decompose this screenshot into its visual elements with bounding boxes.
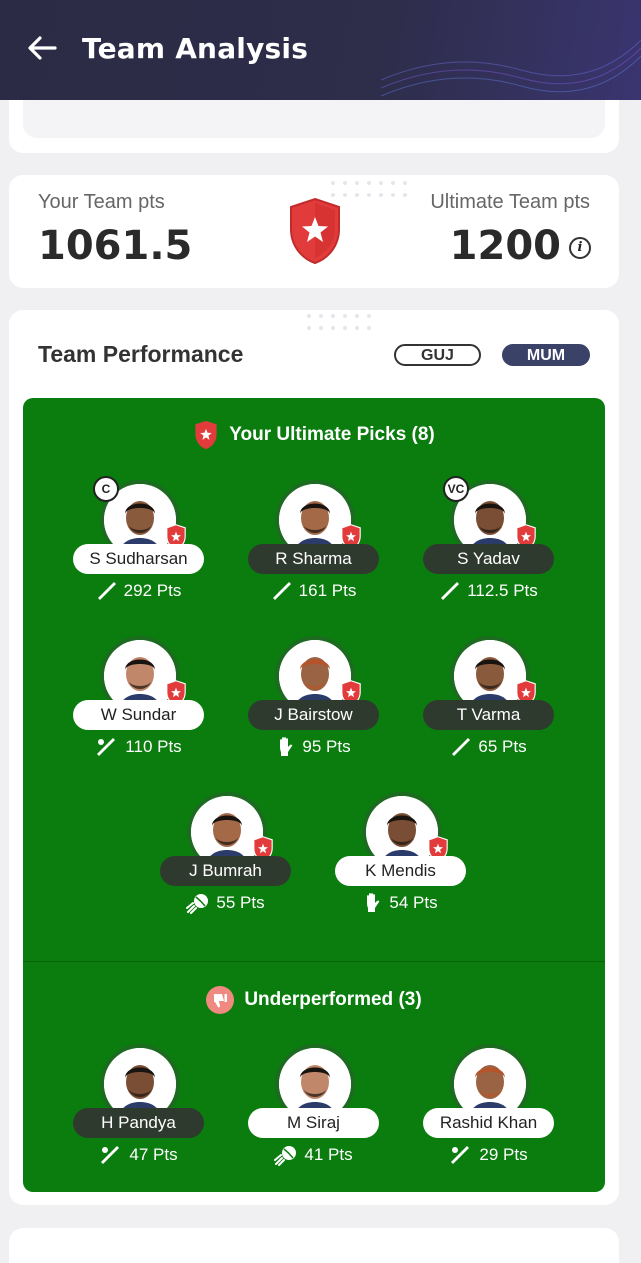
team-performance-title: Team Performance <box>38 341 244 367</box>
dots-decoration <box>331 181 407 197</box>
player-points: 29 Pts <box>423 1144 554 1166</box>
bat-icon <box>96 580 118 602</box>
player-name: S Sudharsan <box>73 544 204 574</box>
player-name: J Bumrah <box>160 856 291 886</box>
player-name: K Mendis <box>335 856 466 886</box>
back-button[interactable] <box>24 30 60 66</box>
player-card[interactable]: H Pandya 47 Pts <box>73 1044 223 1174</box>
player-name: R Sharma <box>248 544 379 574</box>
bat-icon <box>271 580 293 602</box>
player-points: 95 Pts <box>248 736 379 758</box>
player-card[interactable]: VC S Yadav 112.5 Pts <box>423 476 573 610</box>
player-card[interactable]: W Sundar 110 Pts <box>73 636 223 766</box>
team-performance-card: Team Performance GUJ MUM Your Ultimate P… <box>9 310 619 1205</box>
player-points: 55 Pts <box>160 892 291 914</box>
player-points-value: 47 Pts <box>129 1145 178 1164</box>
shield-star-icon <box>195 420 217 450</box>
glove-icon <box>363 892 383 914</box>
player-card[interactable]: K Mendis 54 Pts <box>335 792 485 922</box>
player-points: 41 Pts <box>248 1144 379 1166</box>
player-card[interactable]: M Siraj 41 Pts <box>248 1044 398 1174</box>
player-points: 292 Pts <box>73 580 204 602</box>
ultimate-picks-heading: Your Ultimate Picks (8) <box>23 420 605 450</box>
player-points: 65 Pts <box>423 736 554 758</box>
player-name: Rashid Khan <box>423 1108 554 1138</box>
role-badge: VC <box>443 476 469 502</box>
player-points-value: 41 Pts <box>304 1145 353 1164</box>
ball-icon <box>274 1144 298 1166</box>
team-filter-guj[interactable]: GUJ <box>394 344 481 366</box>
player-name: S Yadav <box>423 544 554 574</box>
glove-icon <box>276 736 296 758</box>
bat-icon <box>439 580 461 602</box>
your-team-pts-label: Your Team pts <box>38 191 165 213</box>
underperformed-heading: Underperformed (3) <box>23 986 605 1014</box>
underperformed-label: Underperformed (3) <box>244 989 422 1010</box>
shield-star-icon <box>290 197 340 265</box>
ultimate-picks-label: Your Ultimate Picks (8) <box>229 424 435 445</box>
player-name: H Pandya <box>73 1108 204 1138</box>
player-points-value: 110 Pts <box>125 737 182 756</box>
player-name: M Siraj <box>248 1108 379 1138</box>
your-team-pts-value: 1061.5 <box>38 223 193 269</box>
player-name: T Varma <box>423 700 554 730</box>
player-points: 54 Pts <box>335 892 466 914</box>
player-points: 112.5 Pts <box>423 580 554 602</box>
role-badge: C <box>93 476 119 502</box>
player-points-value: 54 Pts <box>389 893 438 912</box>
player-card[interactable]: J Bumrah 55 Pts <box>160 792 310 922</box>
player-name: J Bairstow <box>248 700 379 730</box>
player-card[interactable]: Rashid Khan 29 Pts <box>423 1044 573 1174</box>
points-summary-card: Your Team pts 1061.5 Ultimate Team pts 1… <box>9 175 619 288</box>
bat-icon <box>450 736 472 758</box>
player-points-value: 55 Pts <box>216 893 265 912</box>
player-card[interactable]: R Sharma 161 Pts <box>248 480 398 610</box>
player-card[interactable]: C S Sudharsan 292 Pts <box>73 476 223 610</box>
allrounder-icon <box>99 1144 123 1166</box>
arrow-left-icon <box>28 36 57 60</box>
player-points-value: 161 Pts <box>298 581 357 600</box>
team-filter-mum[interactable]: MUM <box>502 344 590 366</box>
dots-decoration <box>307 314 371 330</box>
ultimate-team-pts-value: 1200 <box>449 223 561 269</box>
player-card[interactable]: J Bairstow 95 Pts <box>248 636 398 766</box>
next-card <box>9 1228 619 1263</box>
player-points-value: 29 Pts <box>479 1145 528 1164</box>
player-points-value: 112.5 Pts <box>467 581 538 600</box>
allrounder-icon <box>449 1144 473 1166</box>
app-header: Team Analysis <box>0 0 641 100</box>
header-wave-decoration <box>381 39 641 97</box>
player-card[interactable]: T Varma 65 Pts <box>423 636 573 766</box>
player-points: 161 Pts <box>248 580 379 602</box>
thumbs-down-icon <box>206 986 235 1014</box>
player-points-value: 65 Pts <box>478 737 527 756</box>
player-name: W Sundar <box>73 700 204 730</box>
info-icon[interactable]: i <box>569 237 591 259</box>
allrounder-icon <box>95 736 119 758</box>
player-points-value: 292 Pts <box>123 581 182 600</box>
ultimate-team-pts-label: Ultimate Team pts <box>430 191 590 213</box>
player-points: 47 Pts <box>73 1144 204 1166</box>
section-divider <box>23 961 605 962</box>
page-title: Team Analysis <box>82 32 309 65</box>
ball-icon <box>186 892 210 914</box>
picks-panel: Your Ultimate Picks (8) C S Sudharsan 292 … <box>23 398 605 1192</box>
player-points: 110 Pts <box>73 736 204 758</box>
player-points-value: 95 Pts <box>302 737 351 756</box>
